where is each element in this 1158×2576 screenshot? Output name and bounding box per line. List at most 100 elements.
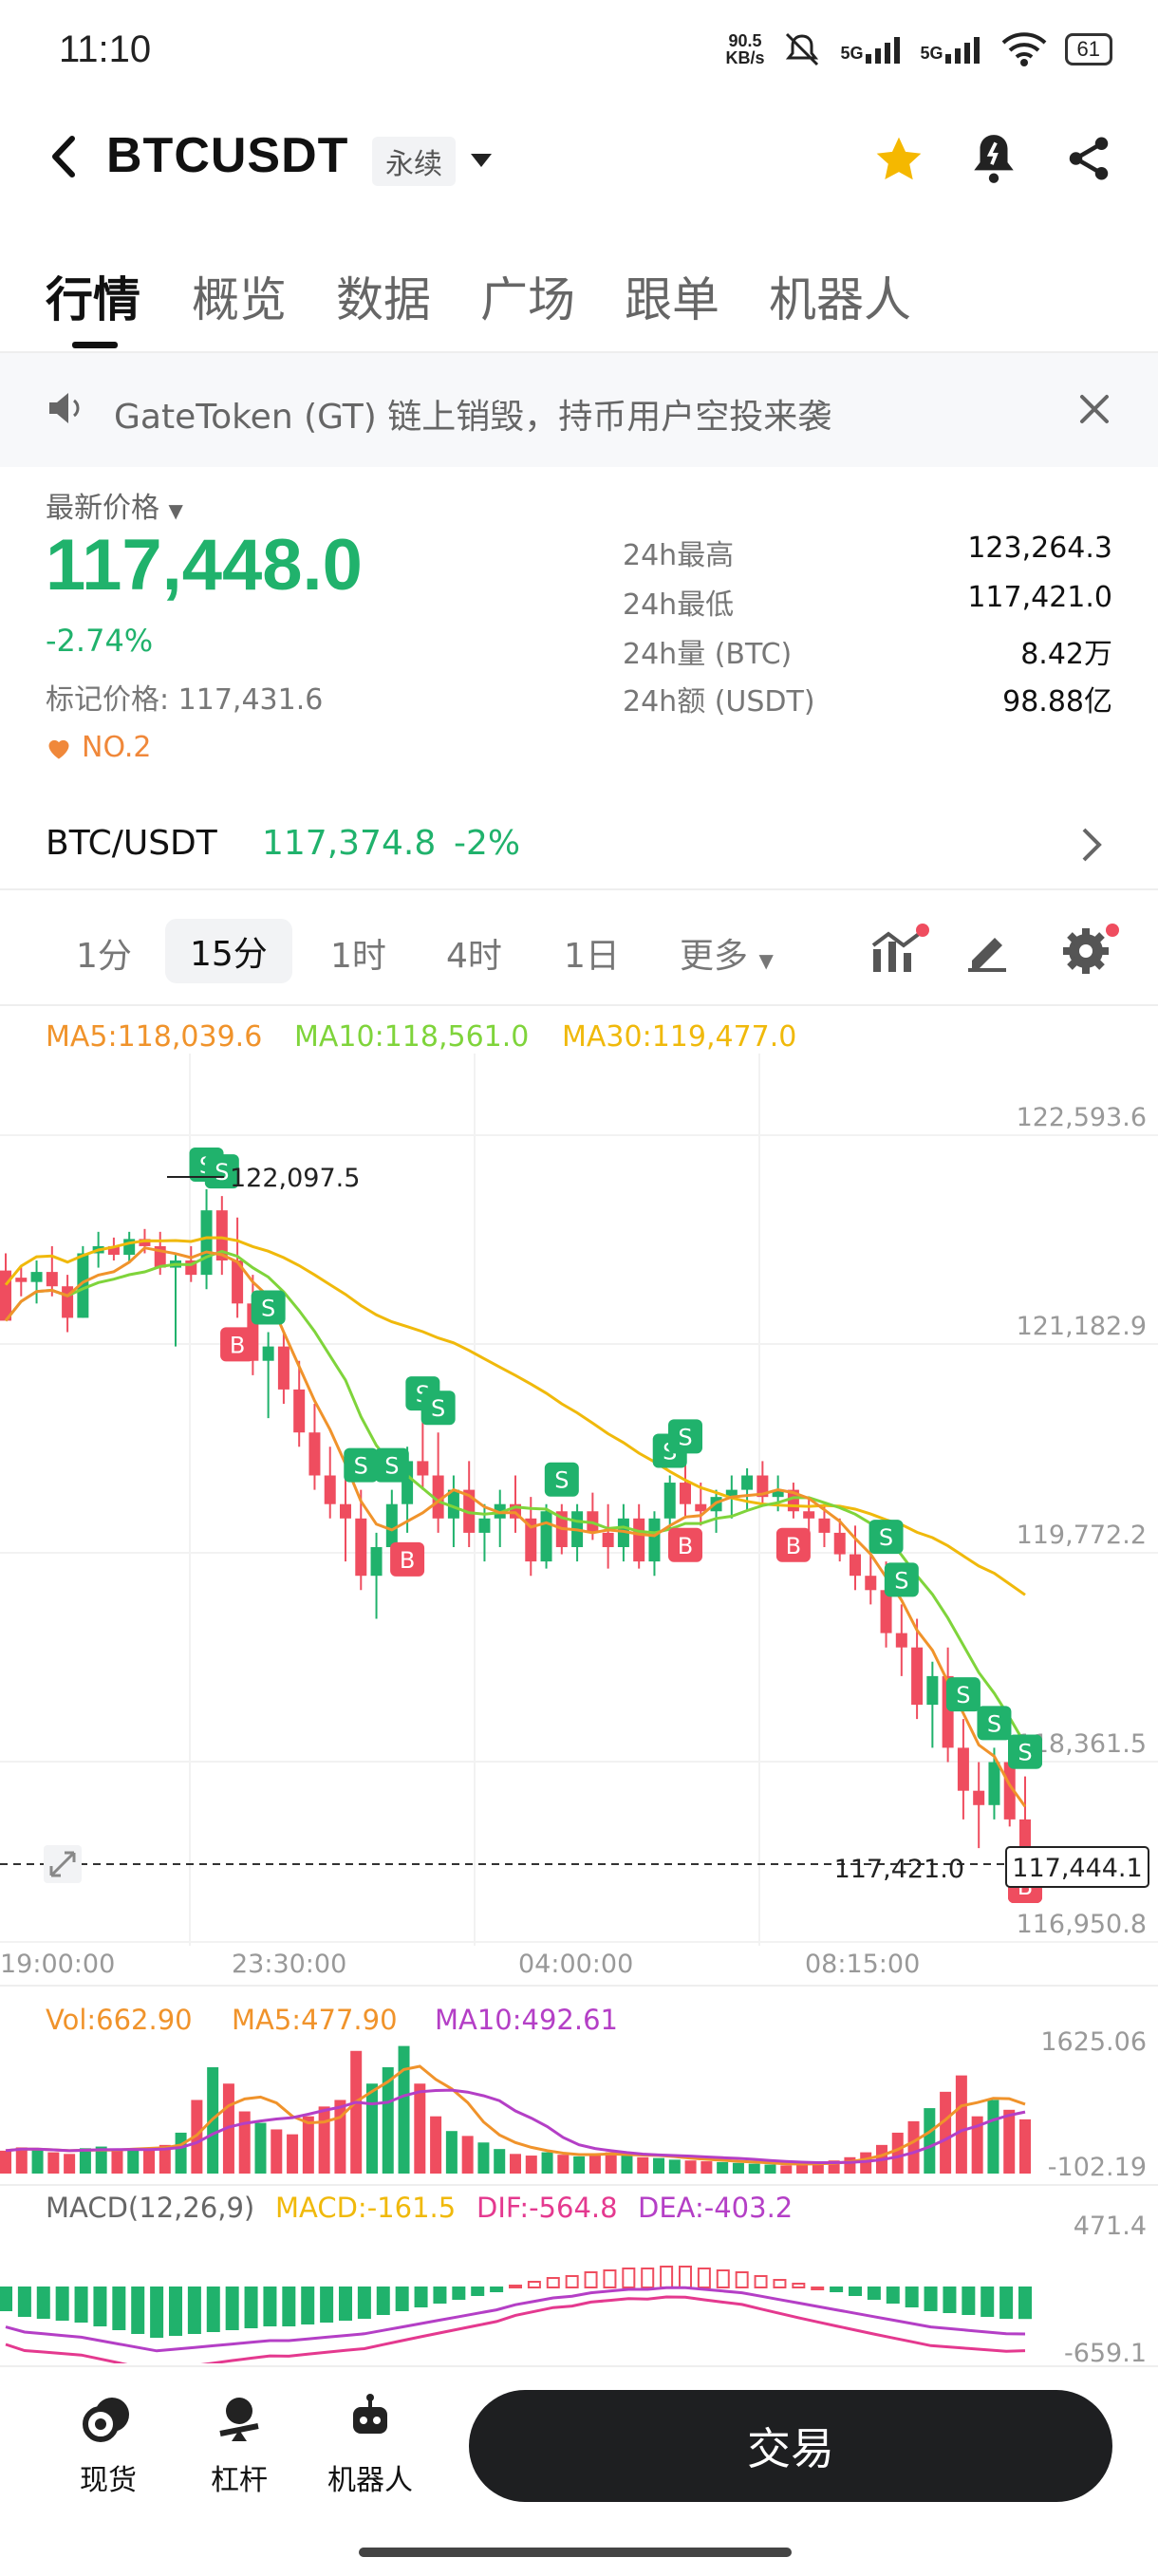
timeframe-1d[interactable]: 1日 [564,928,620,978]
volume-bar [748,2163,760,2174]
spot-price: 117,374.8 [262,824,437,863]
volume-bar [940,2091,952,2174]
dif-label: DIF:-564.8 [476,2192,618,2224]
macd-bar [244,2287,258,2328]
dea-label: DEA:-403.2 [638,2192,793,2224]
announcement-text[interactable]: GateToken (GT) 链上销毁，持币用户空投来袭 [114,389,831,439]
volume-bar [684,2160,697,2174]
volume-bar [350,2050,363,2174]
tab-overview[interactable]: 概览 [192,262,287,330]
marker-letter: S [987,1710,1001,1737]
macd-bar [339,2287,352,2321]
spot-change: -2% [454,824,521,863]
timeframe-more[interactable]: 更多 ▼ [680,928,774,978]
wifi-icon [1001,32,1046,66]
chevron-right-icon[interactable] [1080,826,1103,864]
trade-button[interactable]: 交易 [469,2390,1112,2502]
sell-marker: S [251,1290,286,1325]
stat-label: 24h最低 [623,588,735,622]
volume-bar [955,2075,967,2174]
candle-body [926,1675,939,1706]
tab-bots[interactable]: 机器人 [769,262,911,330]
favorite-star-icon[interactable] [871,133,926,186]
share-icon[interactable] [1063,133,1114,184]
macd-bar [17,2287,31,2317]
back-arrow-icon[interactable] [47,133,82,180]
expand-icon[interactable] [44,1845,82,1883]
volume-bar [365,2083,378,2174]
macd-name-label: MACD(12,26,9) [46,2192,254,2224]
nav-bots[interactable]: 机器人 [313,2392,427,2498]
settings-gear-icon[interactable] [1059,923,1122,976]
macd-value-label: MACD:-161.5 [275,2192,456,2224]
sell-marker: S [344,1447,379,1483]
net-speed-value: 90.5 [728,31,762,50]
x-tick: 04:00:00 [518,1950,633,1979]
candle-body [663,1483,676,1519]
buy-marker: B [390,1541,425,1577]
macd-bar [263,2287,277,2326]
current-price-label: 117,444.1 [1012,1854,1142,1883]
contract-type-badge[interactable]: 永续 [372,137,456,186]
stat-label: 24h最高 [623,539,735,572]
home-indicator[interactable] [359,2548,792,2557]
volume-bar [461,2136,474,2174]
timeframe-1h[interactable]: 1时 [330,928,386,978]
indicator-icon[interactable] [869,923,932,976]
volume-bar [717,2161,729,2174]
volume-bar [588,2154,601,2174]
y-tick: 116,950.8 [1017,1910,1147,1939]
trade-markers: SSBSSSBSSSSSBBSSSSSSBBB [189,1147,1042,1904]
timeframe-1m[interactable]: 1分 [76,928,132,978]
tab-square[interactable]: 广场 [480,262,575,330]
volume-bar [302,2116,314,2174]
status-time: 11:10 [59,28,152,70]
volume-bar [924,2108,936,2174]
volume-bar [271,2129,283,2174]
macd-bar [376,2287,390,2315]
x-tick: 19:00:00 [0,1950,115,1979]
candle-body [741,1475,754,1490]
divider [0,888,1158,890]
battery-indicator: 61 [1064,33,1112,65]
close-icon[interactable] [1078,393,1111,425]
timeframe-4h[interactable]: 4时 [446,928,502,978]
candle-body [988,1762,1000,1805]
candle-body [865,1576,877,1591]
macd-bar [452,2287,466,2300]
volume-bar [47,2152,60,2174]
candle-body [355,1518,367,1577]
draw-pen-icon[interactable] [964,926,1012,974]
low-label: 117,421.0 [834,1855,964,1884]
macd-bar [395,2287,409,2311]
macd-bar [924,2287,938,2311]
marker-letter: B [786,1533,801,1559]
macd-bar [641,2268,655,2288]
nav-margin[interactable]: 杠杆 [182,2392,296,2498]
tab-market[interactable]: 行情 [46,262,140,330]
tab-data[interactable]: 数据 [336,262,431,330]
price-alert-bell-icon[interactable] [970,131,1018,186]
nav-spot[interactable]: 现货 [51,2392,165,2498]
sell-marker: S [544,1462,579,1497]
tab-copy-trade[interactable]: 跟单 [625,262,719,330]
spot-pair[interactable]: BTC/USDT [46,824,217,863]
vol-ma5-label: MA5:477.90 [232,2004,398,2036]
timeframe-15m[interactable]: 15分 [165,919,292,983]
candle-body [324,1475,336,1504]
volume-bar [79,2148,91,2174]
volume-bar [764,2164,776,2174]
caret-down-icon[interactable] [469,152,494,169]
symbol-title[interactable]: BTCUSDT [106,127,348,184]
volume-bar [637,2156,649,2174]
signal-bars-icon [944,37,980,64]
kline-chart[interactable]: MA5:118,039.6 MA10:118,561.0 MA30:119,47… [0,1006,1158,2363]
macd-bar [943,2287,957,2313]
macd-bar [867,2287,881,2300]
ma30-label: MA30:119,477.0 [562,1020,796,1054]
volume-bar [525,2156,537,2174]
last-price-label[interactable]: 最新价格 ▼ [46,484,183,526]
volume-bar [700,2161,713,2174]
macd-bar [74,2287,88,2323]
volume-bar [668,2159,681,2174]
